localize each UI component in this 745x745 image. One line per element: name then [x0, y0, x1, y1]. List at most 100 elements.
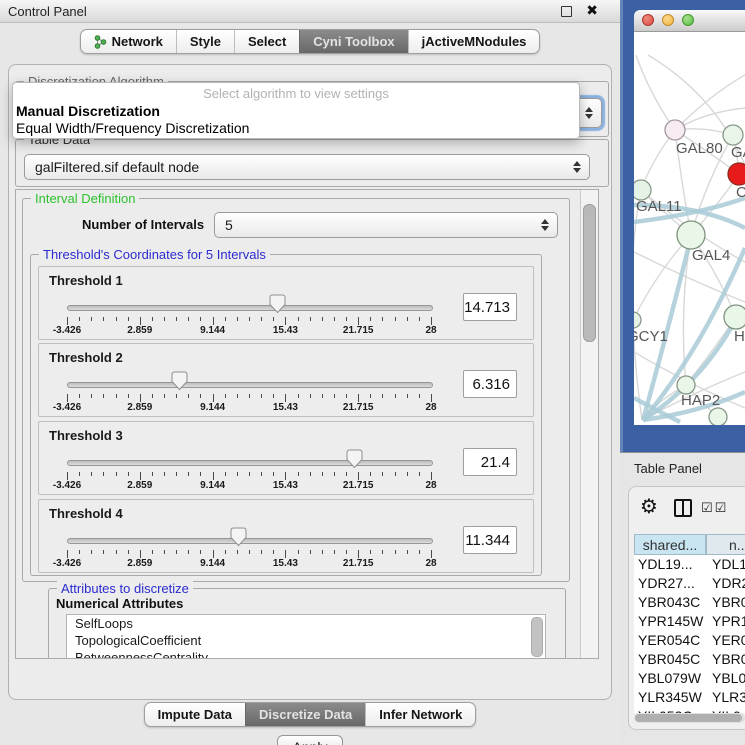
network-edge[interactable]: [636, 55, 675, 130]
split-view-icon[interactable]: [674, 499, 692, 517]
table-row[interactable]: YBR043CYBR0...: [634, 593, 745, 612]
tick-mark: [419, 394, 420, 398]
tab-jactivemnodules[interactable]: jActiveMNodules: [408, 30, 540, 53]
tick-mark: [91, 317, 92, 321]
slider-track[interactable]: [67, 538, 433, 544]
column-header[interactable]: n...: [706, 534, 745, 555]
algorithm-option[interactable]: Equal Width/Frequency Discretization: [16, 120, 249, 136]
tick-mark: [261, 394, 262, 398]
tab-infer-network[interactable]: Infer Network: [365, 703, 475, 726]
slider-thumb[interactable]: [171, 371, 188, 396]
number-of-intervals-label: Number of Intervals: [82, 217, 204, 232]
table-row[interactable]: YDL19...YDL1...: [634, 555, 745, 574]
tab-style[interactable]: Style: [176, 30, 234, 53]
tick-mark: [334, 550, 335, 554]
network-node-gal80[interactable]: [665, 120, 685, 140]
tab-network[interactable]: Network: [81, 30, 176, 53]
network-node-gal11[interactable]: [634, 180, 651, 200]
network-node-gcy1[interactable]: [634, 312, 641, 328]
minimize-traffic-light-icon[interactable]: [662, 14, 674, 26]
tab-cyni-toolbox-label: Cyni Toolbox: [313, 34, 394, 49]
tab-impute-data[interactable]: Impute Data: [145, 703, 245, 726]
network-node-label: H: [734, 328, 745, 345]
tab-select[interactable]: Select: [234, 30, 299, 53]
network-node-ga[interactable]: [723, 125, 743, 145]
table-row[interactable]: YDR27...YDR2...: [634, 574, 745, 593]
cyni-toolbox-panel: Discretization Algorithm Table Data galF…: [8, 64, 612, 700]
tick-mark: [225, 472, 226, 476]
table-row[interactable]: YLR345WYLR3...: [634, 688, 745, 707]
table-data-combobox[interactable]: galFiltered.sif default node: [24, 154, 590, 180]
tick-mark: [322, 317, 323, 321]
table-row[interactable]: YBR045CYBR0...: [634, 650, 745, 669]
threshold-label: Threshold 3: [49, 428, 123, 443]
network-node-c[interactable]: [728, 163, 745, 185]
gear-icon[interactable]: ⚙: [640, 494, 658, 519]
table-row[interactable]: YBL079WYBL0...: [634, 669, 745, 688]
numerical-attributes-list[interactable]: SelfLoopsTopologicalCoefficientBetweenne…: [66, 614, 546, 659]
network-canvas[interactable]: GAL80GACGAL11GAL4GCY1HHAP2: [634, 31, 745, 425]
tick-label: 21.715: [343, 558, 374, 569]
column-header[interactable]: shared...: [634, 534, 706, 555]
list-scrollbar-thumb[interactable]: [531, 617, 543, 657]
slider-track[interactable]: [67, 460, 433, 466]
network-node-gal4[interactable]: [677, 221, 705, 249]
algorithm-option[interactable]: Manual Discretization: [16, 103, 160, 119]
slider-thumb[interactable]: [346, 449, 363, 474]
tick-mark: [67, 550, 68, 558]
zoom-traffic-light-icon[interactable]: [682, 14, 694, 26]
tick-label: 28: [425, 325, 436, 336]
close-traffic-light-icon[interactable]: [642, 14, 654, 26]
table-row[interactable]: YER054CYER0...: [634, 631, 745, 650]
horizontal-scrollbar-thumb[interactable]: [635, 714, 742, 722]
tick-mark: [273, 394, 274, 398]
attributes-title: Attributes to discretize: [57, 581, 193, 596]
tick-mark: [273, 550, 274, 554]
threshold-label: Threshold 4: [49, 506, 123, 521]
tick-label: 2.859: [127, 480, 152, 491]
table-cell: YBR043C: [638, 593, 704, 612]
threshold-value-field[interactable]: [463, 293, 517, 321]
control-panel-titlebar: Control Panel ✖: [0, 0, 620, 23]
threshold-value-field[interactable]: [463, 370, 517, 398]
tick-label: 15.43: [273, 480, 298, 491]
number-of-intervals-combobox[interactable]: 5: [214, 212, 558, 238]
horizontal-scrollbar-track[interactable]: [634, 713, 745, 723]
list-item[interactable]: BetweennessCentrality: [67, 649, 545, 659]
tick-mark: [128, 394, 129, 398]
threshold-value-field[interactable]: [463, 526, 517, 554]
threshold-value-field[interactable]: [463, 448, 517, 476]
table-row[interactable]: YPR145WYPR1...: [634, 612, 745, 631]
network-edge[interactable]: [675, 75, 745, 130]
network-node-h[interactable]: [724, 305, 745, 329]
scrollbar-thumb[interactable]: [583, 204, 596, 342]
tick-label: 2.859: [127, 558, 152, 569]
close-icon[interactable]: ✖: [586, 2, 598, 19]
tick-mark: [395, 317, 396, 321]
tick-mark: [298, 317, 299, 321]
tick-mark: [346, 317, 347, 321]
tab-cyni-toolbox[interactable]: Cyni Toolbox: [299, 30, 407, 53]
network-node-label: C: [736, 184, 745, 201]
slider-thumb[interactable]: [230, 527, 247, 552]
float-window-icon[interactable]: [561, 6, 572, 17]
tick-mark: [116, 394, 117, 398]
table-cell: YBL0...: [712, 669, 745, 688]
list-item[interactable]: SelfLoops: [67, 615, 545, 632]
tick-mark: [200, 472, 201, 476]
tick-mark: [358, 317, 359, 325]
checkbox-icons[interactable]: ☑☑: [701, 500, 728, 516]
network-window-titlebar[interactable]: [634, 10, 745, 32]
tick-mark: [91, 472, 92, 476]
tick-mark: [249, 550, 250, 554]
tab-discretize-data[interactable]: Discretize Data: [245, 703, 365, 726]
slider-thumb[interactable]: [269, 294, 286, 319]
list-item[interactable]: TopologicalCoefficient: [67, 632, 545, 649]
slider-track[interactable]: [67, 382, 433, 388]
apply-button[interactable]: Apply: [277, 735, 343, 745]
tick-mark: [225, 317, 226, 321]
table-cell: YER054C: [638, 631, 704, 650]
tick-mark: [322, 472, 323, 476]
network-node[interactable]: [709, 408, 727, 425]
slider-track[interactable]: [67, 305, 433, 311]
